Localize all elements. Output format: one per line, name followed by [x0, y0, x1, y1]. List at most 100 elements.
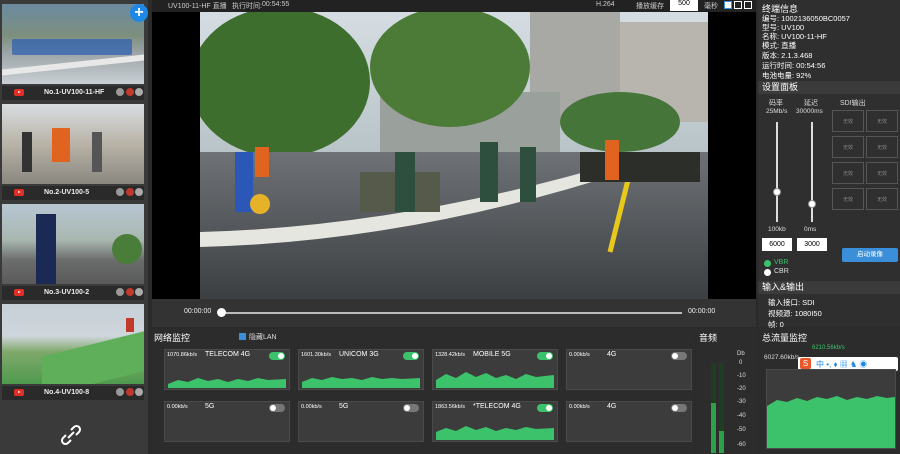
link-rate: 1601.30kb/s	[301, 352, 331, 358]
sdi-cell[interactable]: 无效	[866, 136, 898, 158]
bitrate-label: 码率	[769, 100, 783, 107]
link-toggle[interactable]	[537, 352, 553, 360]
delay-input[interactable]: 3000	[797, 238, 827, 251]
youtube-icon	[14, 89, 24, 96]
youtube-icon	[14, 189, 24, 196]
sdi-cell[interactable]: 无效	[832, 110, 864, 132]
sogou-icon: S	[800, 358, 811, 369]
bitrate-slider[interactable]	[776, 122, 778, 222]
settings-icon[interactable]	[135, 88, 143, 96]
link-toggle[interactable]	[403, 352, 419, 360]
grid-9-icon[interactable]	[744, 1, 752, 9]
link-name: 4G	[607, 351, 617, 358]
link-toggle[interactable]	[403, 404, 419, 412]
audio-panel: 音频 Db 0 -10 -20 -30 -40 -50 -60	[697, 329, 757, 454]
add-device-button[interactable]: +	[130, 4, 148, 22]
link-toggle[interactable]	[269, 404, 285, 412]
thumb-label: No.2-UV100-5	[44, 189, 90, 196]
grid-1-icon[interactable]	[724, 1, 732, 9]
total-chart	[766, 369, 896, 449]
bitrate-handle[interactable]	[773, 188, 781, 196]
network-monitor: 网络监控 隐藏LAN 1070.86kb/s TELECOM 4G 1601.30k…	[152, 329, 694, 454]
link-name: MOBILE 5G	[473, 351, 511, 358]
link-rate: 1070.86kb/s	[167, 352, 197, 358]
delay-max: 30000ms	[796, 108, 823, 115]
hide-lan-checkbox[interactable]	[239, 333, 246, 340]
sdi-cell[interactable]: 无效	[866, 188, 898, 210]
delay-label: 延迟	[804, 100, 818, 107]
link-chart	[168, 378, 286, 388]
record-icon[interactable]	[116, 388, 124, 396]
record-icon[interactable]	[116, 88, 124, 96]
link-chart	[302, 377, 420, 388]
vbr-label: VBR	[774, 259, 789, 266]
link-name: TELECOM 4G	[205, 351, 251, 358]
link-chart	[570, 414, 688, 440]
record-icon[interactable]	[116, 288, 124, 296]
audio-title: 音频	[699, 333, 718, 343]
link-chart	[436, 372, 554, 388]
stream-title: UV100-11-HF 直播	[168, 3, 227, 10]
settings-icon[interactable]	[135, 288, 143, 296]
link-toggle[interactable]	[269, 352, 285, 360]
device-thumb-1[interactable]: No.1-UV100-11-HF	[2, 4, 144, 100]
network-link-box: 0.00kb/s 5G	[298, 401, 424, 442]
db-tick: -50	[737, 427, 746, 433]
sdi-icon[interactable]	[126, 188, 134, 196]
network-link-box: 0.00kb/s 5G	[164, 401, 290, 442]
link-toggle[interactable]	[671, 352, 687, 360]
db-label: Db	[737, 351, 745, 357]
settings-icon[interactable]	[135, 388, 143, 396]
youtube-icon	[14, 289, 24, 296]
sdi-icon[interactable]	[126, 88, 134, 96]
sdi-cell[interactable]: 无效	[832, 162, 864, 184]
link-rate: 0.00kb/s	[301, 404, 322, 410]
cbr-radio[interactable]	[764, 269, 771, 276]
device-thumb-2[interactable]: No.2-UV100-5	[2, 104, 144, 200]
video-player[interactable]	[152, 12, 756, 299]
thumb-image	[2, 204, 144, 284]
sdi-icon[interactable]	[126, 288, 134, 296]
link-name: *TELECOM 4G	[473, 403, 521, 410]
sdi-cell[interactable]: 无效	[866, 162, 898, 184]
network-link-box: 1863.56kb/s *TELECOM 4G	[432, 401, 558, 442]
db-tick: -40	[737, 413, 746, 419]
sdi-cell[interactable]: 无效	[832, 136, 864, 158]
bitrate-input[interactable]: 6000	[762, 238, 792, 251]
link-name: 4G	[607, 403, 617, 410]
link-icon[interactable]	[60, 424, 82, 446]
sdi-cell[interactable]: 无效	[832, 188, 864, 210]
sdi-icon[interactable]	[126, 388, 134, 396]
record-icon[interactable]	[116, 188, 124, 196]
thumb-label: No.3-UV100-2	[44, 289, 90, 296]
link-toggle[interactable]	[671, 404, 687, 412]
io-title: 输入&输出	[758, 281, 900, 294]
exec-time-label: 执行时间:	[232, 3, 262, 10]
thumb-label: No.4-UV100-8	[44, 389, 90, 396]
bitrate-max: 25Mb/s	[766, 108, 788, 115]
start-record-button[interactable]: 启动录像	[842, 248, 898, 262]
link-chart	[302, 414, 420, 440]
delay-handle[interactable]	[808, 200, 816, 208]
device-thumb-4[interactable]: No.4-UV100-8	[2, 304, 144, 400]
device-thumb-3[interactable]: No.3-UV100-2	[2, 204, 144, 300]
link-chart	[436, 426, 554, 440]
seek-bar[interactable]	[222, 312, 682, 314]
settings-icon[interactable]	[135, 188, 143, 196]
ms-label: 毫秒	[704, 3, 718, 10]
thumb-image	[2, 104, 144, 184]
db-tick: -30	[737, 399, 746, 405]
link-toggle[interactable]	[537, 404, 553, 412]
audio-meter-right	[719, 363, 724, 453]
video-topbar: UV100-11-HF 直播 执行时间: 00:54:55 H.264 播放缓存…	[152, 0, 756, 12]
hide-lan-label: 隐藏LAN	[249, 334, 277, 341]
link-name: 5G	[339, 403, 349, 410]
buffer-input[interactable]: 500	[670, 0, 698, 11]
vbr-radio[interactable]	[764, 260, 771, 267]
sdi-cell[interactable]: 无效	[866, 110, 898, 132]
db-tick: 0	[739, 360, 743, 366]
seek-handle[interactable]	[217, 308, 226, 317]
grid-4-icon[interactable]	[734, 1, 742, 9]
buffer-label: 播放缓存	[636, 3, 664, 10]
total-traffic-panel: 总流量监控 6210.56kb/s 6027.60kb/s S 中 •, ♦ ▦…	[760, 329, 900, 454]
